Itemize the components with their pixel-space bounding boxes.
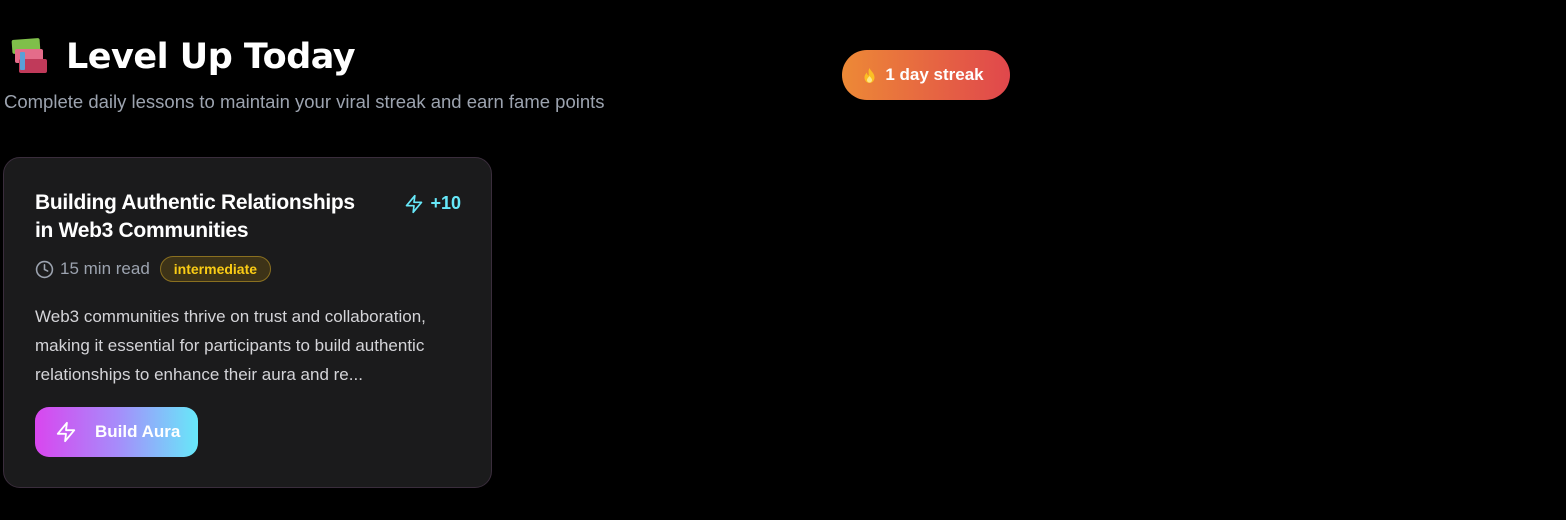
- clock-icon: [35, 260, 54, 278]
- flame-icon: [864, 67, 875, 83]
- page-subtitle: Complete daily lessons to maintain your …: [4, 91, 605, 112]
- difficulty-badge: intermediate: [159, 256, 272, 282]
- streak-label: 1 day streak: [885, 65, 984, 84]
- read-time: 15 min read: [60, 259, 150, 278]
- lightning-icon: [406, 194, 423, 213]
- lessons-page: Level Up Today Complete daily lessons to…: [0, 0, 1566, 520]
- page-title: Level Up Today: [66, 37, 356, 77]
- points-label: +10: [430, 193, 461, 213]
- build-aura-button[interactable]: Build Aura: [35, 407, 198, 457]
- page-header: Level Up Today Complete daily lessons to…: [4, 34, 605, 113]
- lesson-title: Building Authentic Relationships in Web3…: [35, 191, 355, 242]
- lesson-card[interactable]: Building Authentic Relationships in Web3…: [3, 157, 492, 488]
- title-row: Level Up Today: [4, 34, 605, 80]
- lesson-description: Web3 communities thrive on trust and col…: [35, 307, 426, 384]
- streak-badge: 1 day streak: [842, 50, 1010, 100]
- build-aura-label: Build Aura: [95, 422, 181, 441]
- points-badge: +10: [404, 193, 461, 214]
- lesson-meta: 15 min read intermediate: [35, 256, 272, 282]
- books-icon: [10, 37, 50, 77]
- lightning-icon: [56, 421, 76, 443]
